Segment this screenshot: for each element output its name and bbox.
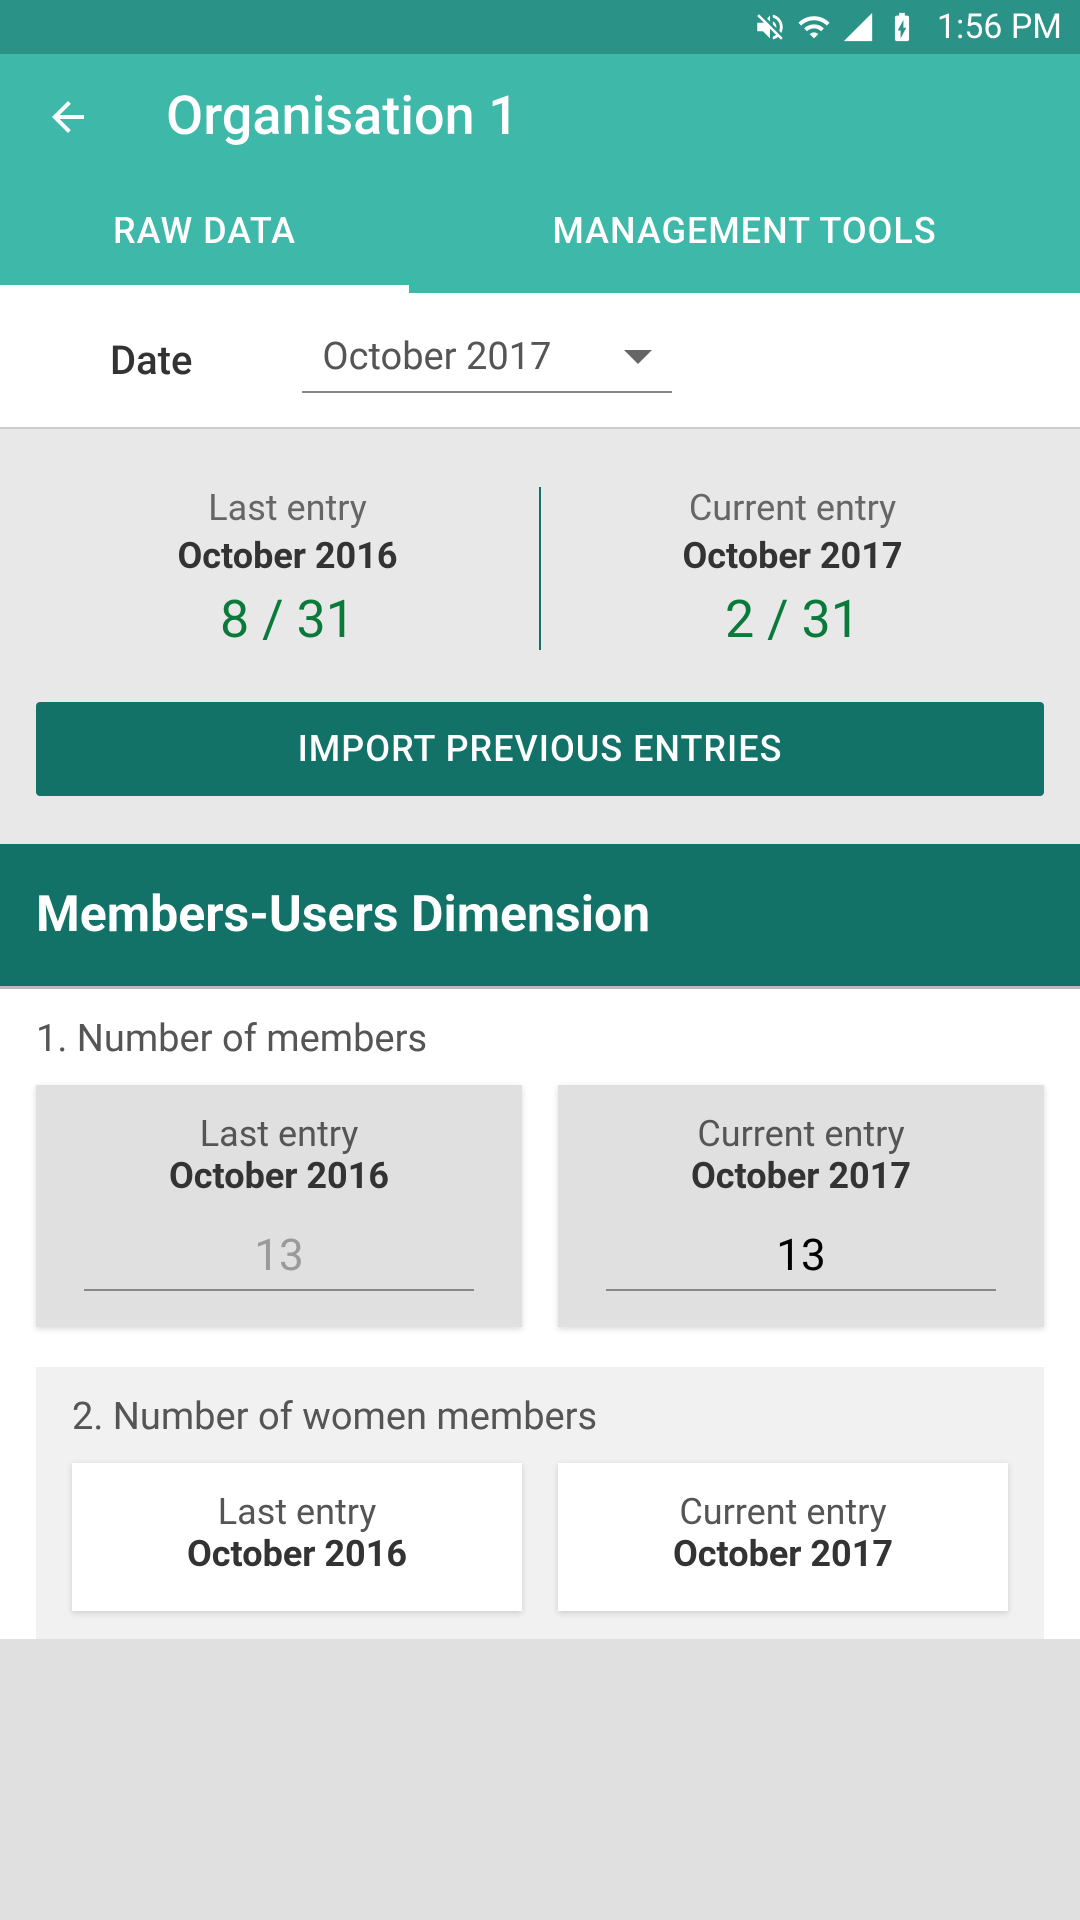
current-entry-col: Current entry October 2017 2 / 31 — [541, 487, 1044, 650]
date-value: October 2017 — [322, 335, 551, 379]
date-dropdown[interactable]: October 2017 — [302, 327, 672, 393]
q2-current-date: October 2017 — [673, 1533, 893, 1575]
q1-current-input[interactable] — [606, 1229, 997, 1291]
q1-current-label: Current entry — [697, 1113, 904, 1155]
question-2-title: 2. Number of women members — [72, 1395, 1008, 1439]
chevron-down-icon — [624, 350, 652, 364]
question-1-cards: Last entry October 2016 13 Current entry… — [36, 1085, 1044, 1327]
question-1-title: 1. Number of members — [36, 1017, 1044, 1061]
tab-management-tools[interactable]: MANAGEMENT TOOLS — [409, 179, 1080, 293]
tab-raw-data[interactable]: RAW DATA — [0, 179, 409, 293]
q1-last-label: Last entry — [200, 1113, 359, 1155]
current-entry-label: Current entry — [689, 487, 896, 529]
status-time: 1:56 PM — [937, 7, 1062, 47]
section-header: Members-Users Dimension — [0, 844, 1080, 989]
app-bar: Organisation 1 RAW DATA MANAGEMENT TOOLS — [0, 54, 1080, 293]
question-1: 1. Number of members Last entry October … — [0, 989, 1080, 1639]
q2-current-entry-card: Current entry October 2017 — [558, 1463, 1008, 1611]
current-entry-date: October 2017 — [682, 535, 902, 577]
back-arrow-icon[interactable] — [44, 93, 92, 141]
status-bar: 1:56 PM — [0, 0, 1080, 54]
page-title: Organisation 1 — [166, 85, 519, 148]
question-2-cards: Last entry October 2016 Current entry Oc… — [72, 1463, 1008, 1611]
last-entry-date: October 2016 — [177, 535, 397, 577]
import-previous-button[interactable]: IMPORT PREVIOUS ENTRIES — [36, 702, 1044, 796]
battery-charging-icon — [885, 10, 919, 44]
q2-current-label: Current entry — [679, 1491, 886, 1533]
status-icons — [753, 10, 919, 44]
signal-icon — [841, 10, 875, 44]
q2-last-date: October 2016 — [187, 1533, 407, 1575]
q1-current-date: October 2017 — [691, 1155, 911, 1197]
q1-last-value: 13 — [84, 1229, 475, 1291]
question-2: 2. Number of women members Last entry Oc… — [36, 1367, 1044, 1639]
date-label: Date — [110, 337, 192, 384]
entry-summary: Last entry October 2016 8 / 31 Current e… — [0, 429, 1080, 844]
q2-last-entry-card: Last entry October 2016 — [72, 1463, 522, 1611]
app-bar-top: Organisation 1 — [0, 54, 1080, 179]
q1-current-entry-card: Current entry October 2017 — [558, 1085, 1044, 1327]
q1-last-entry-card: Last entry October 2016 13 — [36, 1085, 522, 1327]
mute-icon — [753, 10, 787, 44]
current-entry-count: 2 / 31 — [725, 589, 860, 650]
last-entry-label: Last entry — [208, 487, 367, 529]
tabs: RAW DATA MANAGEMENT TOOLS — [0, 179, 1080, 293]
date-section: Date October 2017 — [0, 293, 1080, 429]
last-entry-col: Last entry October 2016 8 / 31 — [36, 487, 539, 650]
q1-last-date: October 2016 — [169, 1155, 389, 1197]
wifi-icon — [797, 10, 831, 44]
entry-row: Last entry October 2016 8 / 31 Current e… — [36, 487, 1044, 650]
q2-last-label: Last entry — [218, 1491, 377, 1533]
last-entry-count: 8 / 31 — [220, 589, 355, 650]
